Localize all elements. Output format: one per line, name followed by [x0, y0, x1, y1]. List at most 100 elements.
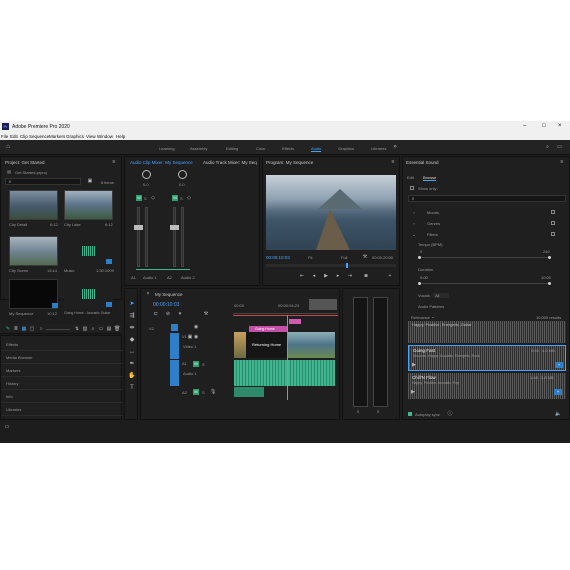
pan-knob-a2[interactable] — [178, 170, 187, 179]
program-title[interactable]: Program: My Sequence — [266, 160, 313, 165]
settings-icon[interactable]: ⚒ — [362, 254, 368, 260]
play-icon[interactable]: ▶ — [410, 389, 416, 395]
project-title[interactable]: Project: Get Started — [5, 160, 45, 165]
tab-history[interactable]: History — [1, 377, 123, 390]
show-only-checkbox[interactable] — [410, 186, 414, 190]
mark-in-icon[interactable]: ⇤ — [299, 273, 305, 279]
thumb-city-scene[interactable] — [9, 236, 58, 266]
solo-a2-button[interactable]: S — [180, 196, 183, 201]
chevron-right-icon[interactable]: › — [412, 210, 416, 216]
tab-libraries[interactable]: Libraries — [1, 403, 123, 416]
keyframe-a2-icon[interactable]: ◇ — [186, 195, 192, 201]
minimize-icon[interactable]: – — [523, 123, 526, 129]
genres-checkbox[interactable] — [551, 221, 555, 225]
workspace-learning[interactable]: Learning — [159, 146, 175, 151]
track-v1-source[interactable] — [170, 333, 179, 359]
quality-dropdown[interactable]: Full — [341, 255, 347, 260]
result-item[interactable]: Chill'N Flow Happy, Positive, Acoustic, … — [408, 373, 566, 399]
new-item-icon[interactable]: ▤ — [106, 326, 112, 332]
add-marker-icon[interactable]: ▾ — [177, 311, 183, 317]
find-icon[interactable]: ⌕ — [90, 326, 96, 332]
thumb-city-detail[interactable] — [9, 190, 58, 220]
fader-a2[interactable] — [173, 207, 176, 267]
maximize-icon[interactable]: □ — [542, 123, 546, 129]
tempo-slider[interactable] — [420, 257, 550, 258]
zoom-slider[interactable] — [46, 329, 70, 330]
close-icon[interactable]: × — [558, 123, 562, 129]
new-bin-icon[interactable]: ▭ — [98, 326, 104, 332]
menu-clip[interactable]: Clip — [20, 134, 28, 139]
thumb-my-sequence[interactable] — [9, 279, 58, 309]
tab-media-browser[interactable]: Media Browser — [1, 351, 123, 364]
tab-edit[interactable]: Edit — [407, 175, 414, 180]
home-icon[interactable]: ⌂ — [4, 144, 12, 150]
tab-effects[interactable]: Effects — [1, 338, 123, 351]
close-tab-icon[interactable]: × — [145, 291, 151, 297]
pan-knob-a1[interactable] — [142, 170, 151, 179]
add-button-icon[interactable]: + — [387, 273, 393, 279]
snap-icon[interactable]: ⊏ — [153, 311, 159, 317]
icon-view-icon[interactable]: ▦ — [21, 326, 27, 332]
fit-dropdown[interactable]: Fit — [308, 255, 312, 260]
notifications-icon[interactable]: ▭ — [556, 144, 563, 150]
program-timecode[interactable]: 00:00:10:03 — [266, 255, 290, 260]
menu-edit[interactable]: Edit — [10, 134, 18, 139]
filters-checkbox[interactable] — [551, 232, 555, 236]
step-back-icon[interactable]: ◂ — [311, 273, 317, 279]
workspace-editing[interactable]: Editing — [226, 146, 238, 151]
graphic-clip-small[interactable] — [289, 319, 301, 324]
workspace-effects[interactable]: Effects — [282, 146, 294, 151]
menu-sequence[interactable]: Sequence — [29, 134, 49, 139]
linked-selection-icon[interactable]: ⊘ — [165, 311, 171, 317]
workspace-libraries[interactable]: Libraries — [371, 146, 386, 151]
solo-track-a2[interactable]: S — [202, 390, 205, 395]
chevron-right-icon[interactable]: › — [412, 221, 416, 227]
menu-view[interactable]: View — [86, 134, 96, 139]
thumb-music[interactable] — [64, 236, 113, 266]
track-v2-target[interactable] — [171, 324, 178, 331]
video-clip-1[interactable] — [234, 332, 246, 358]
slip-tool-icon[interactable]: ↔ — [128, 349, 136, 355]
thumb-city-lake[interactable] — [64, 190, 113, 220]
more-workspaces-icon[interactable]: » — [392, 144, 398, 150]
pen-tool-icon[interactable]: ✒ — [128, 361, 136, 367]
hand-tool-icon[interactable]: ✋ — [128, 373, 136, 379]
list-view-icon[interactable]: ≣ — [13, 326, 19, 332]
playhead-icon[interactable] — [346, 263, 348, 268]
add-to-timeline-icon[interactable]: + — [555, 362, 563, 368]
workspace-color[interactable]: Color — [256, 146, 266, 151]
track-select-tool-icon[interactable]: ⇶ — [128, 313, 136, 319]
fader-handle-a2[interactable] — [170, 225, 179, 230]
step-forward-icon[interactable]: ▸ — [335, 273, 341, 279]
record-icon[interactable]: 🎙 — [210, 389, 216, 395]
solo-track-a1[interactable]: S — [202, 362, 205, 367]
result-item[interactable]: Going Fast Acoustic, Happy, Acoustic, En… — [408, 345, 566, 371]
audio-clip-a1[interactable] — [234, 360, 335, 386]
mute-a2-button[interactable]: M — [172, 195, 178, 201]
info-icon[interactable]: ⓘ — [447, 411, 453, 417]
fader-handle-a1[interactable] — [134, 225, 143, 230]
video-clip-2[interactable]: Returning Home — [246, 332, 288, 358]
add-to-timeline-icon[interactable]: + — [554, 389, 562, 395]
menu-help[interactable]: Help — [116, 134, 125, 139]
menu-graphics[interactable]: Graphics — [66, 134, 84, 139]
timeline-timecode[interactable]: 00:00:10:03 — [153, 302, 179, 308]
tempo-max-handle[interactable] — [548, 256, 551, 259]
essential-search-input[interactable]: ⌕ — [408, 195, 566, 202]
sort-dropdown[interactable]: Relevance — [411, 315, 430, 320]
solo-a1-button[interactable]: S — [144, 196, 147, 201]
program-scrubber[interactable] — [266, 263, 396, 268]
toggle-output-icon[interactable]: ◉ — [193, 334, 199, 340]
duration-slider[interactable] — [420, 283, 550, 284]
chevron-down-icon[interactable]: ⌄ — [412, 232, 416, 238]
chevron-down-icon[interactable]: ⌄ — [431, 314, 435, 320]
mark-out-icon[interactable]: ⇥ — [347, 273, 353, 279]
timeline-playhead[interactable] — [287, 315, 288, 400]
project-search-input[interactable]: ⌕ — [5, 178, 81, 185]
automate-icon[interactable]: ▥ — [82, 326, 88, 332]
vocals-dropdown[interactable]: All — [433, 293, 450, 298]
timeline-settings-icon[interactable]: ⚒ — [203, 311, 209, 317]
trash-icon[interactable]: 🗑 — [114, 326, 120, 332]
menu-window[interactable]: Window — [97, 134, 113, 139]
freeform-view-icon[interactable]: ▢ — [29, 326, 35, 332]
